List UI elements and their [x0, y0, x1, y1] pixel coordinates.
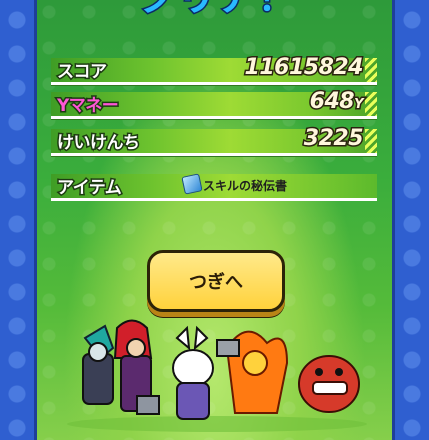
character-2 [113, 319, 160, 415]
clear-title: クリア！ [137, 0, 297, 18]
character-1 [82, 324, 115, 405]
money-value-wrap: 648Y [308, 88, 365, 116]
item-name: スキルの秘伝書 [203, 179, 288, 193]
character-3 [172, 325, 214, 420]
bar-stripe [365, 58, 377, 82]
score-row: スコア 11615824 [51, 54, 377, 85]
character-5 [298, 355, 360, 413]
exp-row: けいけんち 3225 [51, 125, 377, 156]
money-label: Yマネー [55, 95, 120, 118]
clear-title-art: クリア！ [136, 0, 299, 18]
item-row: アイテム スキルの秘伝書 [51, 172, 377, 201]
next-button-label: つぎへ [189, 272, 243, 293]
result-panel: クリア！ スコア 11615824 Yマネー 648Y けいけんち 3225 ア… [37, 0, 392, 440]
character-4 [216, 330, 289, 414]
score-label: スコア [56, 61, 109, 84]
score-value: 11615824 [243, 54, 365, 82]
bar-stripe [365, 92, 377, 116]
next-button[interactable]: つぎへ [147, 250, 285, 312]
yokai-characters [67, 319, 367, 432]
exp-value: 3225 [302, 125, 365, 153]
bar-stripe [365, 129, 377, 153]
right-border-pattern [392, 0, 429, 440]
money-unit: Y [353, 96, 365, 114]
scroll-icon [181, 173, 203, 195]
exp-label: けいけんち [56, 132, 142, 155]
left-border-pattern [0, 0, 37, 440]
money-row: Yマネー 648Y [51, 88, 377, 119]
item-label: アイテム [55, 177, 123, 200]
money-value: 648 [308, 88, 356, 116]
